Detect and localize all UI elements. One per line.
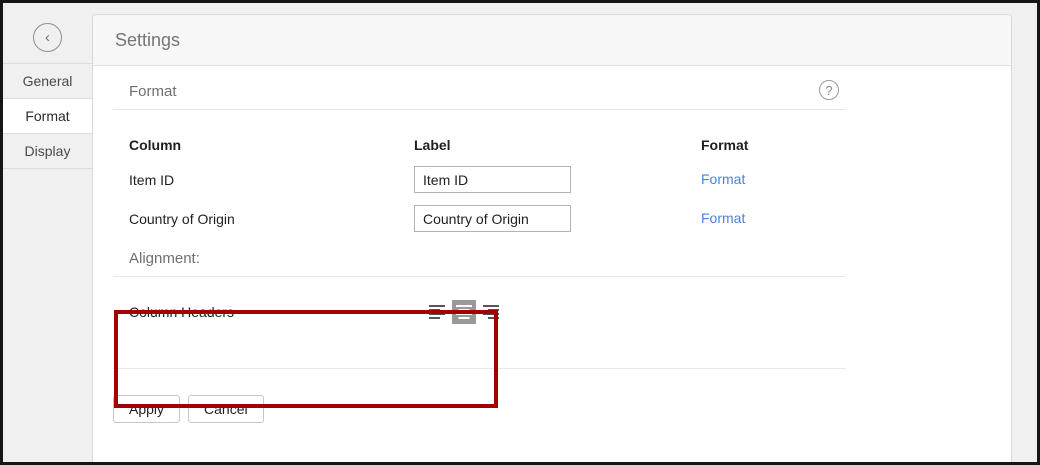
- back-button[interactable]: ‹: [33, 23, 62, 52]
- apply-button[interactable]: Apply: [113, 395, 180, 423]
- sidebar-nav: General Format Display: [3, 63, 92, 169]
- table-row: Country of Origin Format: [129, 199, 1011, 238]
- alignment-section-heading: Alignment:: [129, 250, 1011, 268]
- align-right-icon: [481, 305, 499, 319]
- format-section-header: Format ?: [93, 83, 1011, 101]
- footer-button-row: Apply Cancel: [113, 395, 1011, 423]
- column-name-text: Item ID: [129, 172, 414, 188]
- align-right-button[interactable]: [480, 300, 500, 324]
- column-header-format: Format: [701, 137, 1011, 153]
- table-row: Item ID Format: [129, 160, 1011, 199]
- format-section-heading: Format: [129, 83, 177, 100]
- cancel-button[interactable]: Cancel: [188, 395, 264, 423]
- sidebar: ‹ General Format Display: [3, 3, 92, 462]
- page-title: Settings: [115, 30, 180, 51]
- panel-body: Format ? Column Label Format Item ID For…: [93, 83, 1011, 423]
- alignment-row: Column Headers: [129, 299, 1011, 325]
- alignment-button-group: [428, 300, 500, 324]
- back-chevron-icon: ‹: [45, 30, 50, 45]
- column-name-text: Country of Origin: [129, 211, 414, 227]
- format-link[interactable]: Format: [701, 210, 745, 226]
- table-header-row: Column Label Format: [129, 137, 1011, 153]
- column-header-label: Label: [414, 137, 701, 153]
- settings-window: ‹ General Format Display Settings Format…: [0, 0, 1040, 465]
- panel-header: Settings: [93, 15, 1011, 66]
- sidebar-item-general[interactable]: General: [3, 64, 92, 99]
- divider: [113, 368, 846, 369]
- divider: [113, 109, 846, 110]
- column-header-column: Column: [129, 137, 414, 153]
- divider: [113, 276, 846, 277]
- align-center-button[interactable]: [452, 300, 476, 324]
- label-input-item-id[interactable]: [414, 166, 571, 193]
- label-input-country-of-origin[interactable]: [414, 205, 571, 232]
- format-link[interactable]: Format: [701, 171, 745, 187]
- sidebar-item-display[interactable]: Display: [3, 134, 92, 169]
- align-center-icon: [455, 305, 473, 319]
- alignment-row-label: Column Headers: [129, 304, 428, 320]
- align-left-icon: [429, 305, 447, 319]
- settings-panel: Settings Format ? Column Label Format It…: [92, 14, 1012, 462]
- help-icon[interactable]: ?: [819, 80, 839, 100]
- sidebar-item-format[interactable]: Format: [3, 99, 92, 134]
- align-left-button[interactable]: [428, 300, 448, 324]
